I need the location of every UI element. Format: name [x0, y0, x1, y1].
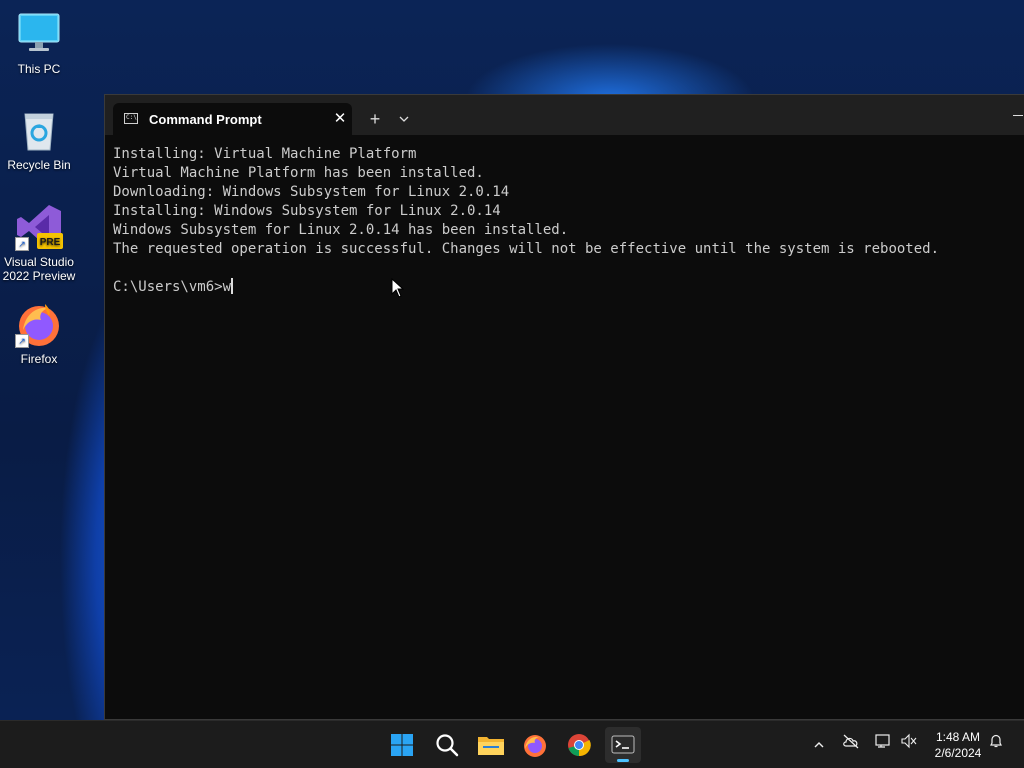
- desktop-icon-firefox[interactable]: ↗ Firefox: [0, 300, 78, 366]
- network-status-button[interactable]: [872, 733, 894, 755]
- console-line: The requested operation is successful. C…: [113, 241, 940, 257]
- chrome-icon: [568, 734, 591, 757]
- terminal-taskbar-button[interactable]: [605, 727, 641, 763]
- show-hidden-icons-button[interactable]: [808, 733, 830, 755]
- search-icon: [436, 734, 459, 757]
- prompt-path: C:\Users\vm6>: [113, 279, 223, 295]
- onedrive-status-button[interactable]: [840, 733, 862, 755]
- cloud-offline-icon: [843, 734, 859, 749]
- chevron-down-icon: [399, 116, 409, 122]
- mouse-pointer-icon: [391, 278, 405, 298]
- notifications-button[interactable]: [985, 733, 1007, 755]
- desktop-icon-label: Visual Studio 2022 Preview: [2, 255, 76, 283]
- desktop-icon-label: Recycle Bin: [7, 158, 71, 172]
- console-line: Virtual Machine Platform has been instal…: [113, 165, 484, 181]
- close-tab-button[interactable]: ✕: [329, 108, 351, 130]
- close-icon: ✕: [333, 110, 347, 127]
- terminal-window[interactable]: C:\ Command Prompt ✕ + Installing: Virtu…: [104, 94, 1024, 720]
- plus-icon: +: [369, 109, 381, 129]
- firefox-taskbar-button[interactable]: [517, 727, 553, 763]
- visual-studio-icon: PRE ↗: [15, 203, 63, 251]
- taskbar: 1:48 AM 2/6/2024: [0, 720, 1024, 768]
- minimize-button[interactable]: [1010, 107, 1024, 123]
- folder-icon: [478, 737, 504, 755]
- console-line: Installing: Windows Subsystem for Linux …: [113, 203, 501, 219]
- tab-command-prompt[interactable]: C:\ Command Prompt ✕: [113, 103, 352, 135]
- chrome-taskbar-button[interactable]: [561, 727, 597, 763]
- terminal-icon: [611, 735, 635, 754]
- chevron-up-icon: [814, 742, 824, 748]
- console-output[interactable]: Installing: Virtual Machine Platform Vir…: [113, 145, 1024, 711]
- console-line: Installing: Virtual Machine Platform: [113, 146, 417, 162]
- start-button[interactable]: [384, 727, 420, 763]
- tab-dropdown-button[interactable]: [393, 108, 415, 130]
- desktop-icon-visual-studio[interactable]: PRE ↗ Visual Studio 2022 Preview: [0, 203, 78, 283]
- volume-muted-icon: [901, 733, 917, 749]
- console-line: Downloading: Windows Subsystem for Linux…: [113, 184, 510, 200]
- search-button[interactable]: [429, 727, 465, 763]
- desktop-icon-label: This PC: [17, 62, 61, 76]
- bell-icon: [990, 734, 1002, 748]
- firefox-icon: [524, 735, 546, 757]
- command-prompt-line[interactable]: C:\Users\vm6>w: [113, 278, 1024, 297]
- text-cursor: [231, 278, 234, 294]
- shortcut-arrow-icon: ↗: [15, 237, 29, 251]
- active-indicator: [617, 759, 629, 762]
- command-prompt-icon: C:\: [124, 113, 138, 124]
- network-icon: [875, 734, 890, 748]
- shortcut-arrow-icon: ↗: [15, 334, 29, 348]
- command-input[interactable]: w: [223, 279, 231, 295]
- monitor-icon: [15, 10, 63, 58]
- volume-status-button[interactable]: [898, 733, 920, 755]
- new-tab-button[interactable]: +: [364, 108, 386, 130]
- file-explorer-button[interactable]: [473, 727, 509, 763]
- title-bar[interactable]: C:\ Command Prompt ✕ +: [105, 95, 1024, 135]
- console-line: Windows Subsystem for Linux 2.0.14 has b…: [113, 222, 569, 238]
- desktop-icon-this-pc[interactable]: This PC: [0, 10, 78, 76]
- desktop-icon-recycle-bin[interactable]: Recycle Bin: [0, 106, 78, 172]
- windows-start-icon: [391, 734, 413, 756]
- recycle-bin-icon: [15, 106, 63, 154]
- svg-text:PRE: PRE: [40, 237, 61, 248]
- desktop-icon-label: Firefox: [20, 352, 58, 366]
- tab-title: Command Prompt: [149, 112, 262, 127]
- firefox-icon: ↗: [15, 300, 63, 348]
